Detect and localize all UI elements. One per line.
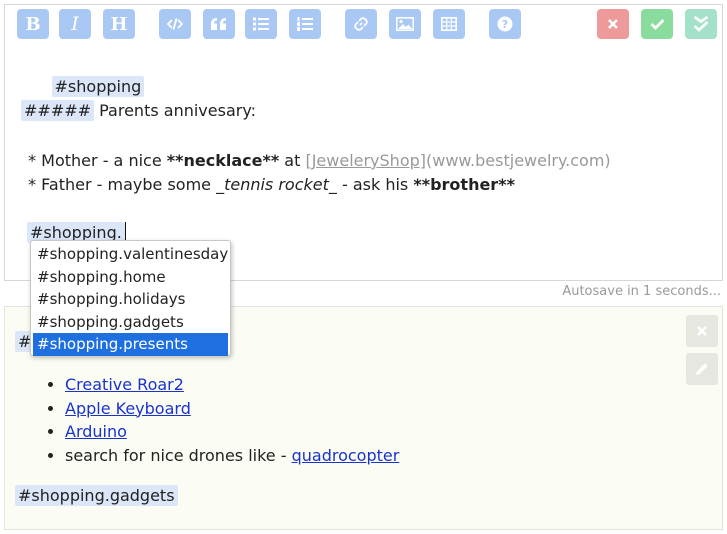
heading-icon: H	[110, 13, 128, 35]
image-icon	[396, 17, 414, 31]
quote-button[interactable]	[203, 9, 235, 39]
list-item: Creative Roar2	[65, 373, 399, 397]
autocomplete-item[interactable]: #shopping.valentinesday	[33, 243, 228, 266]
editor-line-3: * Mother - a nice **necklace** at [Jewel…	[23, 149, 611, 173]
help-icon: ?	[497, 16, 513, 32]
bullet-list-button[interactable]	[245, 9, 277, 39]
preview-list: Creative Roar2 Apple Keyboard Arduino se…	[65, 373, 399, 467]
autosave-status: Autosave in 1 seconds...	[562, 284, 721, 299]
line-text: * Father - maybe some	[23, 175, 217, 194]
bold-text: **necklace**	[166, 151, 280, 170]
list-item-text: search for nice drones like -	[65, 445, 292, 465]
italic-icon: I	[71, 13, 79, 35]
image-button[interactable]	[389, 9, 421, 39]
autocomplete-item-selected[interactable]: #shopping.presents	[33, 333, 228, 356]
hashtag: #shopping	[51, 76, 145, 97]
editor-text-area[interactable]: #shopping ##### Parents annivesary: * Mo…	[21, 49, 714, 272]
code-icon	[167, 18, 183, 30]
editor-line-4: * Father - maybe some _tennis rocket_ - …	[23, 173, 515, 197]
link-button[interactable]	[345, 9, 377, 39]
bold-text: **brother**	[413, 175, 515, 194]
editor-line-2: ##### Parents annivesary:	[21, 99, 256, 123]
edit-icon	[696, 363, 708, 375]
save-icon	[650, 19, 664, 30]
bullet-list-icon	[253, 17, 269, 31]
markdown-link-text: [JeweleryShop]	[305, 151, 427, 170]
code-button[interactable]	[159, 9, 191, 39]
edit-button[interactable]	[686, 353, 718, 385]
preview-link[interactable]: Creative Roar2	[65, 375, 184, 394]
cancel-icon	[608, 19, 618, 29]
close-icon	[697, 326, 707, 336]
delete-button[interactable]	[686, 315, 718, 347]
heading-button[interactable]: H	[103, 9, 135, 39]
save-close-button[interactable]	[685, 9, 717, 39]
text-caret	[124, 222, 126, 241]
bold-button[interactable]: B	[17, 9, 49, 39]
bold-icon: B	[25, 13, 41, 35]
italic-marker: _	[216, 175, 225, 194]
preview-link[interactable]: Apple Keyboard	[65, 399, 191, 418]
italic-marker: _	[328, 175, 337, 194]
heading-text: Parents annivesary:	[94, 101, 257, 120]
numbered-list-icon	[297, 17, 313, 31]
autocomplete-item[interactable]: #shopping.holidays	[33, 288, 228, 311]
list-item: Arduino	[65, 420, 399, 444]
cancel-button[interactable]	[597, 9, 629, 39]
italic-button[interactable]: I	[59, 9, 91, 39]
preview-bottom-tag: #shopping.gadgets	[15, 483, 178, 509]
preview-link[interactable]: Arduino	[65, 422, 127, 441]
line-text: at	[279, 151, 306, 170]
help-button[interactable]: ?	[489, 9, 521, 39]
table-button[interactable]	[433, 9, 465, 39]
list-item: Apple Keyboard	[65, 397, 399, 421]
list-item: search for nice drones like - quadrocopt…	[65, 444, 399, 468]
line-text: - ask his	[336, 175, 414, 194]
save-button[interactable]	[641, 9, 673, 39]
heading-marker: #####	[21, 100, 95, 121]
preview-link[interactable]: quadrocopter	[292, 446, 400, 465]
numbered-list-button[interactable]	[289, 9, 321, 39]
hashtag: #shopping.gadgets	[15, 485, 178, 506]
autocomplete-item[interactable]: #shopping.home	[33, 266, 228, 289]
editor-toolbar: B I H ?	[5, 5, 722, 41]
save-close-icon	[693, 15, 709, 32]
italic-text: tennis rocket	[224, 175, 329, 194]
table-icon	[441, 17, 457, 31]
autocomplete-item[interactable]: #shopping.gadgets	[33, 311, 228, 334]
quote-icon	[211, 18, 226, 30]
line-text: * Mother - a nice	[23, 151, 167, 170]
link-icon	[354, 17, 368, 31]
markdown-link-url: (www.bestjewelry.com)	[426, 151, 611, 170]
autocomplete-popup: #shopping.valentinesday #shopping.home #…	[30, 240, 231, 356]
svg-text:?: ?	[502, 18, 508, 31]
